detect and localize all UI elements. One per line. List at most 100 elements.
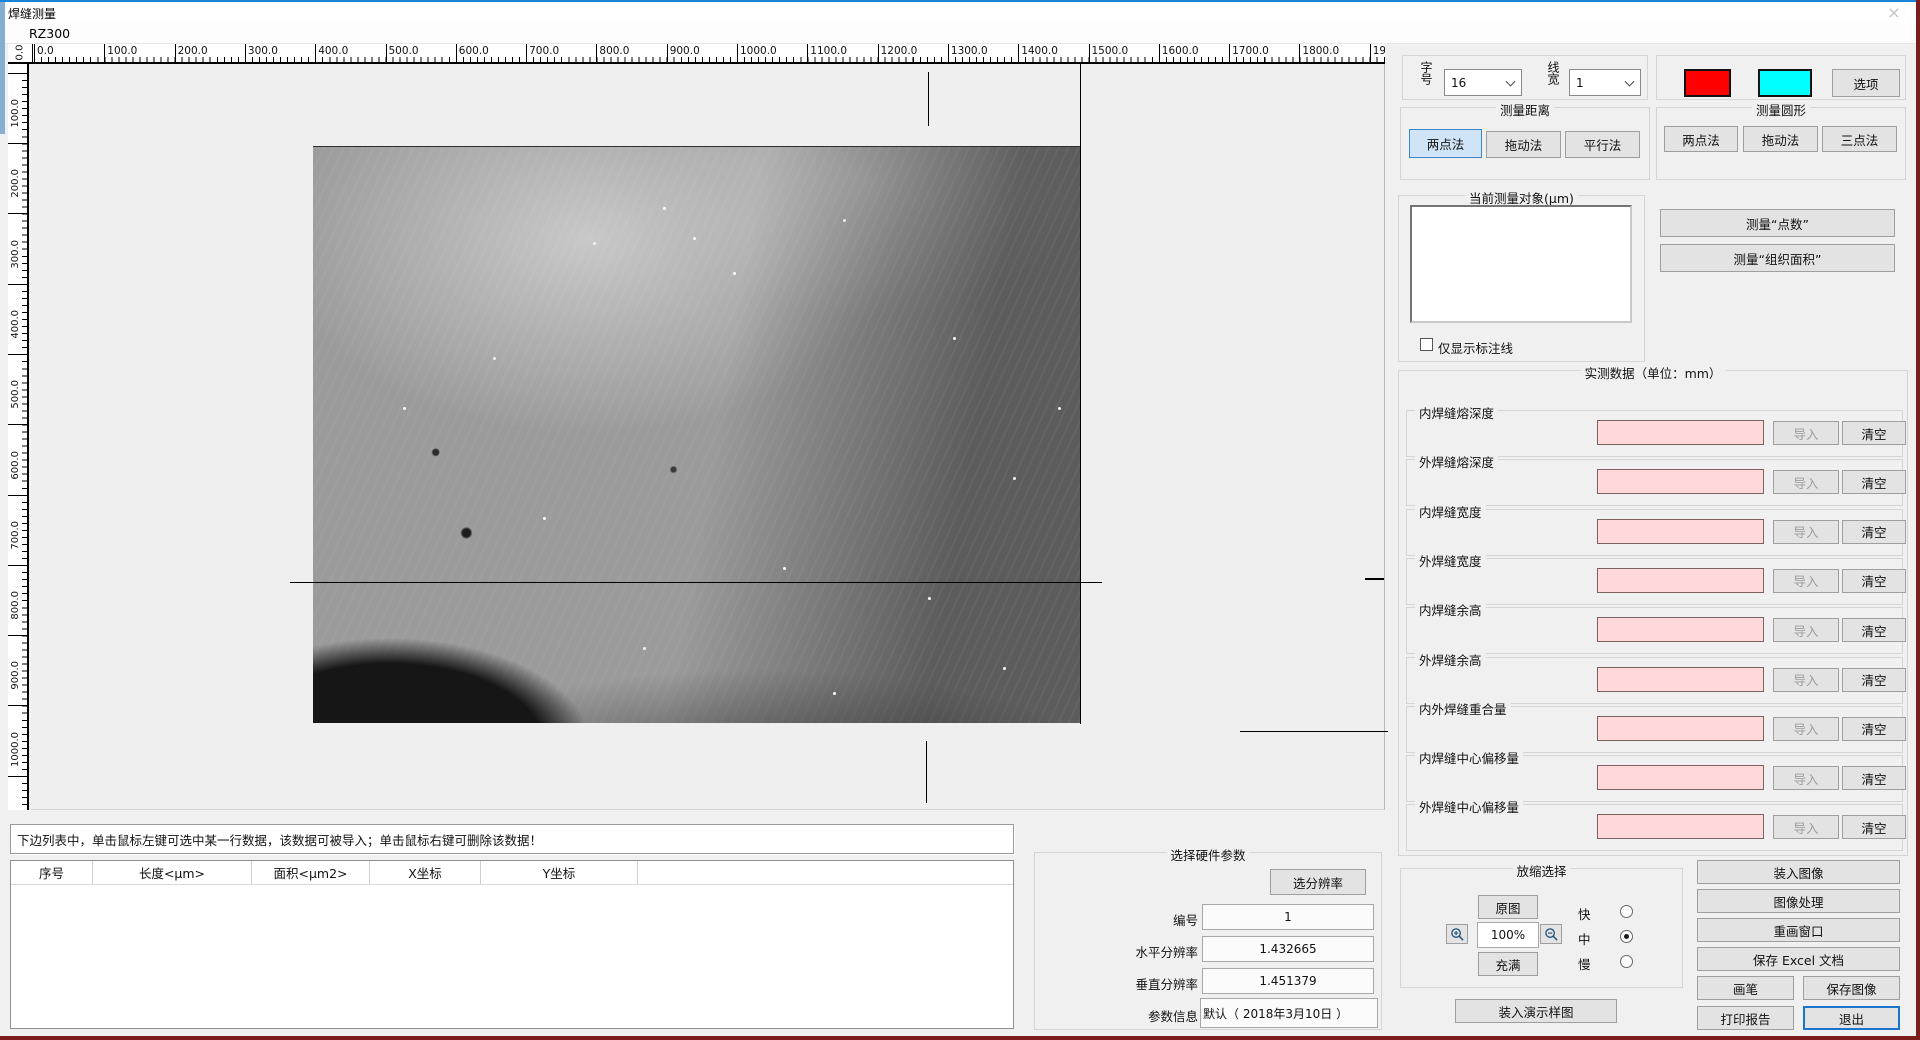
options-button[interactable]: 选项 (1832, 69, 1900, 97)
pen-button[interactable]: 画笔 (1697, 976, 1794, 1000)
clear-button[interactable]: 清空 (1842, 421, 1906, 445)
h-ruler-label: 1100.0 (810, 45, 847, 57)
weld-specimen-image[interactable] (313, 146, 1081, 723)
clear-button[interactable]: 清空 (1842, 470, 1906, 494)
current-object-listbox[interactable] (1410, 205, 1632, 323)
show-annotation-only-label: 仅显示标注线 (1438, 338, 1513, 357)
circle-method-button-2[interactable]: 拖动法 (1743, 126, 1818, 152)
font-size-select[interactable]: 16 (1444, 69, 1522, 96)
speed-radio-3[interactable] (1620, 955, 1633, 968)
measure-distance-title: 测量距离 (1496, 100, 1554, 119)
v-ruler-label: 600.0 (10, 451, 22, 495)
measured-value-input[interactable] (1597, 814, 1764, 839)
clear-button[interactable]: 清空 (1842, 618, 1906, 642)
clear-button[interactable]: 清空 (1842, 815, 1906, 839)
hardware-field-label: 编号 (1078, 910, 1198, 929)
speed-option-label: 慢 (1578, 954, 1591, 973)
status-message: 下边列表中，单击鼠标左键可选中某一行数据，该数据可被导入；单击鼠标右键可删除该数… (17, 830, 542, 849)
distance-method-button-2[interactable]: 拖动法 (1486, 131, 1561, 158)
import-button[interactable]: 导入 (1773, 815, 1839, 839)
import-button[interactable]: 导入 (1773, 470, 1839, 494)
v-ruler-label: 400.0 (10, 310, 22, 354)
process-image-button[interactable]: 图像处理 (1697, 889, 1900, 913)
measured-value-input[interactable] (1597, 469, 1764, 494)
speed-option-label: 快 (1578, 904, 1591, 923)
hardware-params-title: 选择硬件参数 (1166, 845, 1249, 864)
import-button[interactable]: 导入 (1773, 717, 1839, 741)
zoom-percent-field[interactable]: 100% (1477, 922, 1539, 948)
guide-vertical-bottom (926, 741, 927, 803)
import-button[interactable]: 导入 (1773, 766, 1839, 790)
menu-item-rz300[interactable]: RZ300 (22, 25, 77, 42)
measured-value-input[interactable] (1597, 667, 1764, 692)
chevron-down-icon (1625, 76, 1635, 86)
h-ruler-label: 1800.0 (1302, 45, 1339, 57)
load-demo-image-button[interactable]: 装入演示样图 (1455, 999, 1617, 1023)
measured-value-input[interactable] (1597, 568, 1764, 593)
print-report-button[interactable]: 打印报告 (1697, 1006, 1794, 1030)
measured-row-label: 外焊缝熔深度 (1415, 452, 1498, 471)
measured-value-input[interactable] (1597, 765, 1764, 790)
exit-button[interactable]: 退出 (1803, 1006, 1900, 1030)
zoom-in-button[interactable] (1446, 924, 1468, 944)
clear-button[interactable]: 清空 (1842, 668, 1906, 692)
save-image-button[interactable]: 保存图像 (1803, 976, 1900, 1000)
measured-row-label: 内焊缝宽度 (1415, 502, 1486, 521)
clear-button[interactable]: 清空 (1842, 717, 1906, 741)
line-width-select[interactable]: 1 (1569, 69, 1641, 96)
import-button[interactable]: 导入 (1773, 569, 1839, 593)
measure-points-button[interactable]: 测量“点数” (1660, 209, 1895, 237)
line-color-swatch-red[interactable] (1684, 69, 1731, 97)
measured-value-input[interactable] (1597, 519, 1764, 544)
speed-radio-1[interactable] (1620, 905, 1633, 918)
measure-area-button[interactable]: 测量“组织面积” (1660, 244, 1895, 272)
zoom-out-button[interactable] (1540, 924, 1562, 944)
show-annotation-only-checkbox[interactable] (1420, 338, 1433, 351)
close-icon[interactable]: × (1882, 3, 1906, 22)
save-excel-button[interactable]: 保存 Excel 文档 (1697, 947, 1900, 971)
h-ruler-label: 1900.0 (1373, 45, 1385, 57)
load-image-button[interactable]: 装入图像 (1697, 860, 1900, 884)
font-size-label: 字号 (1419, 61, 1433, 85)
measured-row-label: 内焊缝中心偏移量 (1415, 748, 1523, 767)
horizontal-ruler: 0.0100.0200.0300.0400.0500.0600.0700.080… (33, 44, 1385, 64)
h-ruler-label: 1500.0 (1092, 45, 1129, 57)
circle-method-button-3[interactable]: 三点法 (1822, 126, 1897, 152)
measured-row-6: 外焊缝余高导入清空 (1406, 657, 1903, 704)
guide-vertical-top (928, 72, 929, 126)
distance-method-button-3[interactable]: 平行法 (1565, 131, 1640, 158)
h-ruler-label: 700.0 (529, 45, 559, 57)
circle-method-button-1[interactable]: 两点法 (1664, 126, 1738, 152)
line-color-swatch-cyan[interactable] (1758, 69, 1812, 97)
clear-button[interactable]: 清空 (1842, 520, 1906, 544)
image-speckles (663, 207, 666, 210)
import-button[interactable]: 导入 (1773, 668, 1839, 692)
font-size-value: 16 (1451, 76, 1466, 90)
select-resolution-button[interactable]: 选分辨率 (1270, 869, 1366, 895)
clear-button[interactable]: 清空 (1842, 569, 1906, 593)
import-button[interactable]: 导入 (1773, 421, 1839, 445)
guide-vertical-right (1080, 64, 1081, 724)
fit-button[interactable]: 充满 (1478, 952, 1538, 976)
title-bar: 焊缝测量 × (0, 2, 1916, 22)
zoom-select-title: 放缩选择 (1512, 861, 1570, 880)
hardware-field-label: 参数信息 (1078, 1006, 1198, 1025)
speed-radio-2[interactable] (1620, 930, 1633, 943)
original-size-button[interactable]: 原图 (1478, 895, 1538, 919)
v-ruler-label: 700.0 (10, 521, 22, 565)
import-button[interactable]: 导入 (1773, 618, 1839, 642)
measured-value-input[interactable] (1597, 420, 1764, 445)
h-ruler-label: 500.0 (389, 45, 419, 57)
line-width-value: 1 (1576, 76, 1584, 90)
measurement-table[interactable]: 序号长度<μm>面积<μm2>X坐标Y坐标 (10, 860, 1014, 1029)
measured-value-input[interactable] (1597, 617, 1764, 642)
measured-row-label: 外焊缝中心偏移量 (1415, 797, 1523, 816)
distance-method-button-1[interactable]: 两点法 (1409, 129, 1482, 158)
measured-row-2: 外焊缝熔深度导入清空 (1406, 459, 1903, 506)
redraw-window-button[interactable]: 重画窗口 (1697, 918, 1900, 942)
v-ruler-label: 300.0 (10, 240, 22, 284)
measured-row-label: 内外焊缝重合量 (1415, 699, 1511, 718)
import-button[interactable]: 导入 (1773, 520, 1839, 544)
measured-value-input[interactable] (1597, 716, 1764, 741)
clear-button[interactable]: 清空 (1842, 766, 1906, 790)
